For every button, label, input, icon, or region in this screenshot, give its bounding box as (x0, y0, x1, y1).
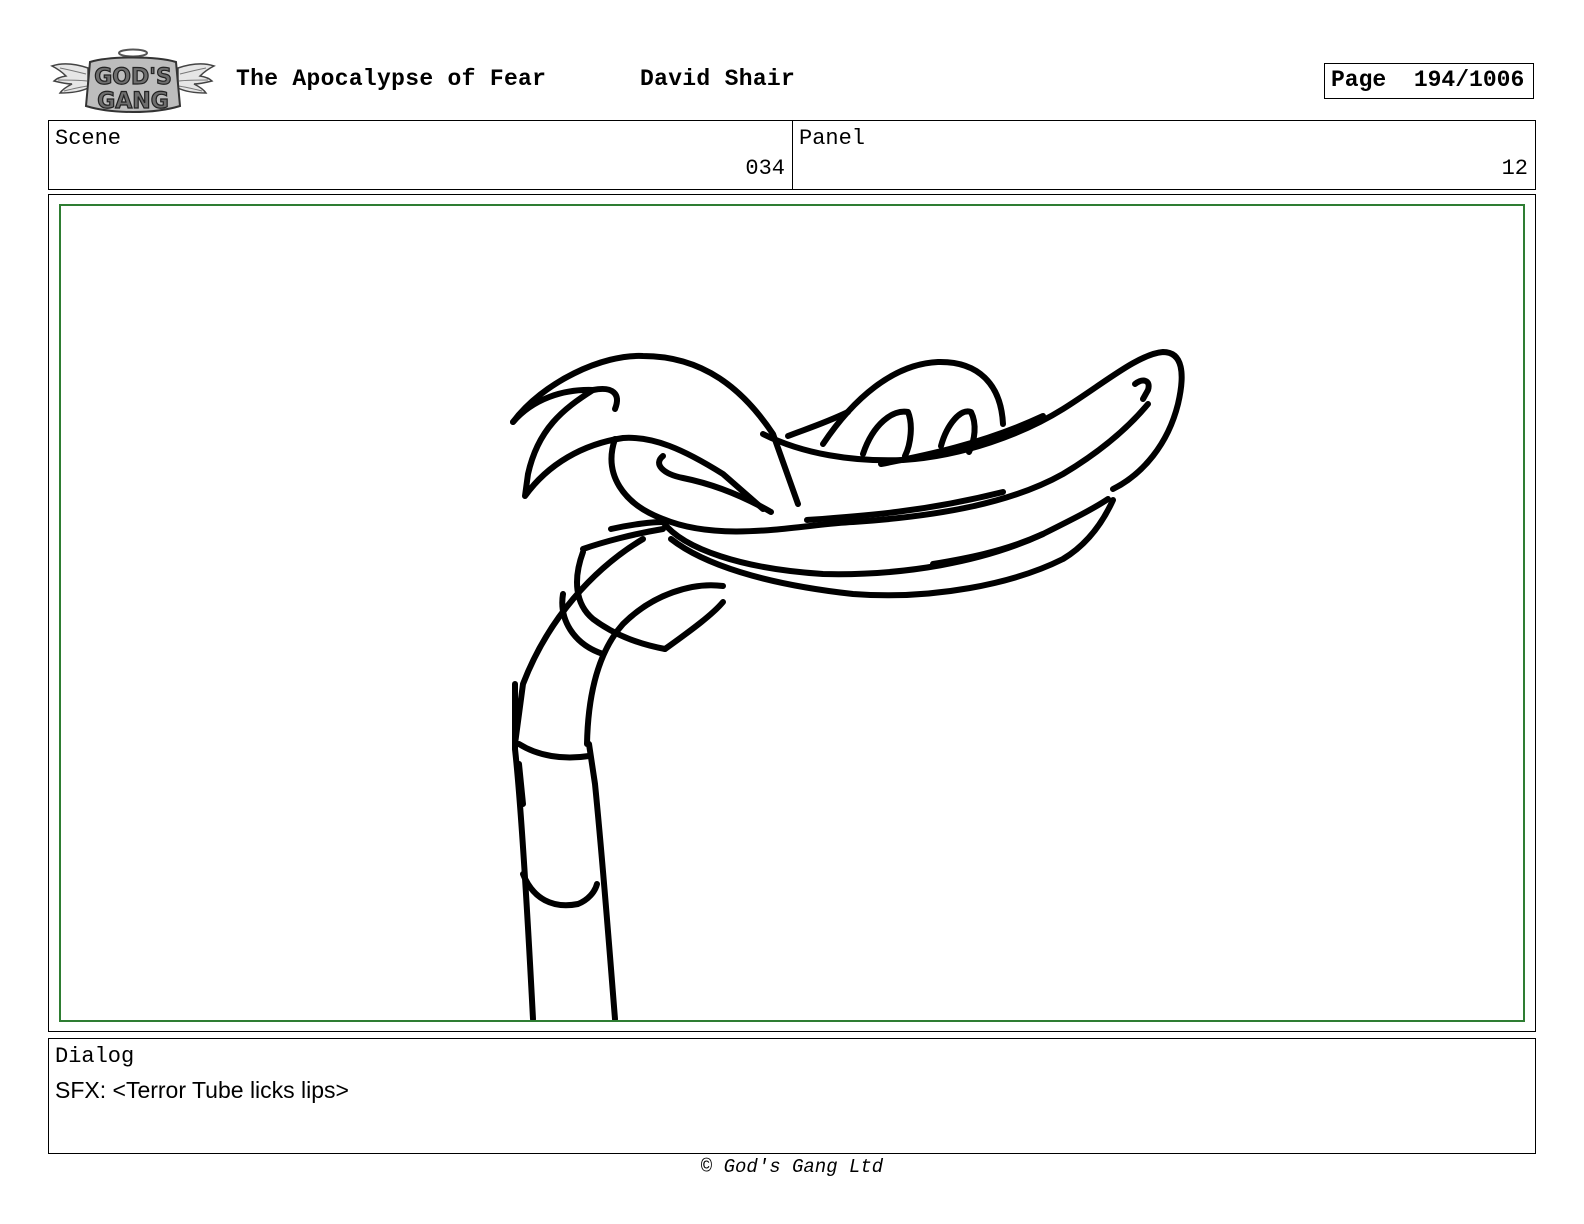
panel-value: 12 (1501, 156, 1528, 181)
scene-cell: Scene 034 (49, 121, 793, 189)
svg-text:GOD'S: GOD'S (94, 65, 172, 90)
project-title: The Apocalypse of Fear (236, 66, 547, 92)
author-name: David Shair (640, 66, 796, 92)
svg-text:GANG: GANG (97, 89, 169, 114)
gods-gang-winged-logo-icon: GOD'S GANG (50, 48, 216, 115)
page-indicator: Page 194/1006 (1324, 63, 1534, 99)
page-number: 194/1006 (1413, 67, 1525, 93)
scene-label: Scene (55, 126, 122, 151)
scene-value: 034 (745, 156, 785, 181)
panel-label: Panel (799, 126, 866, 151)
copyright-footer: © God's Gang Ltd (700, 1156, 884, 1178)
terror-tube-sketch (510, 349, 1185, 1020)
dialog-label: Dialog (55, 1044, 135, 1069)
dialog-text: SFX: <Terror Tube licks lips> (55, 1077, 349, 1103)
dialog-box: Dialog SFX: <Terror Tube licks lips> (48, 1038, 1536, 1154)
panel-safe-area (59, 204, 1525, 1022)
scene-panel-row: Scene 034 Panel 12 (48, 120, 1536, 190)
panel-frame (48, 194, 1536, 1032)
panel-cell: Panel 12 (793, 121, 1535, 189)
gods-gang-logo: GOD'S GANG (50, 46, 216, 116)
page-label: Page (1331, 67, 1387, 93)
